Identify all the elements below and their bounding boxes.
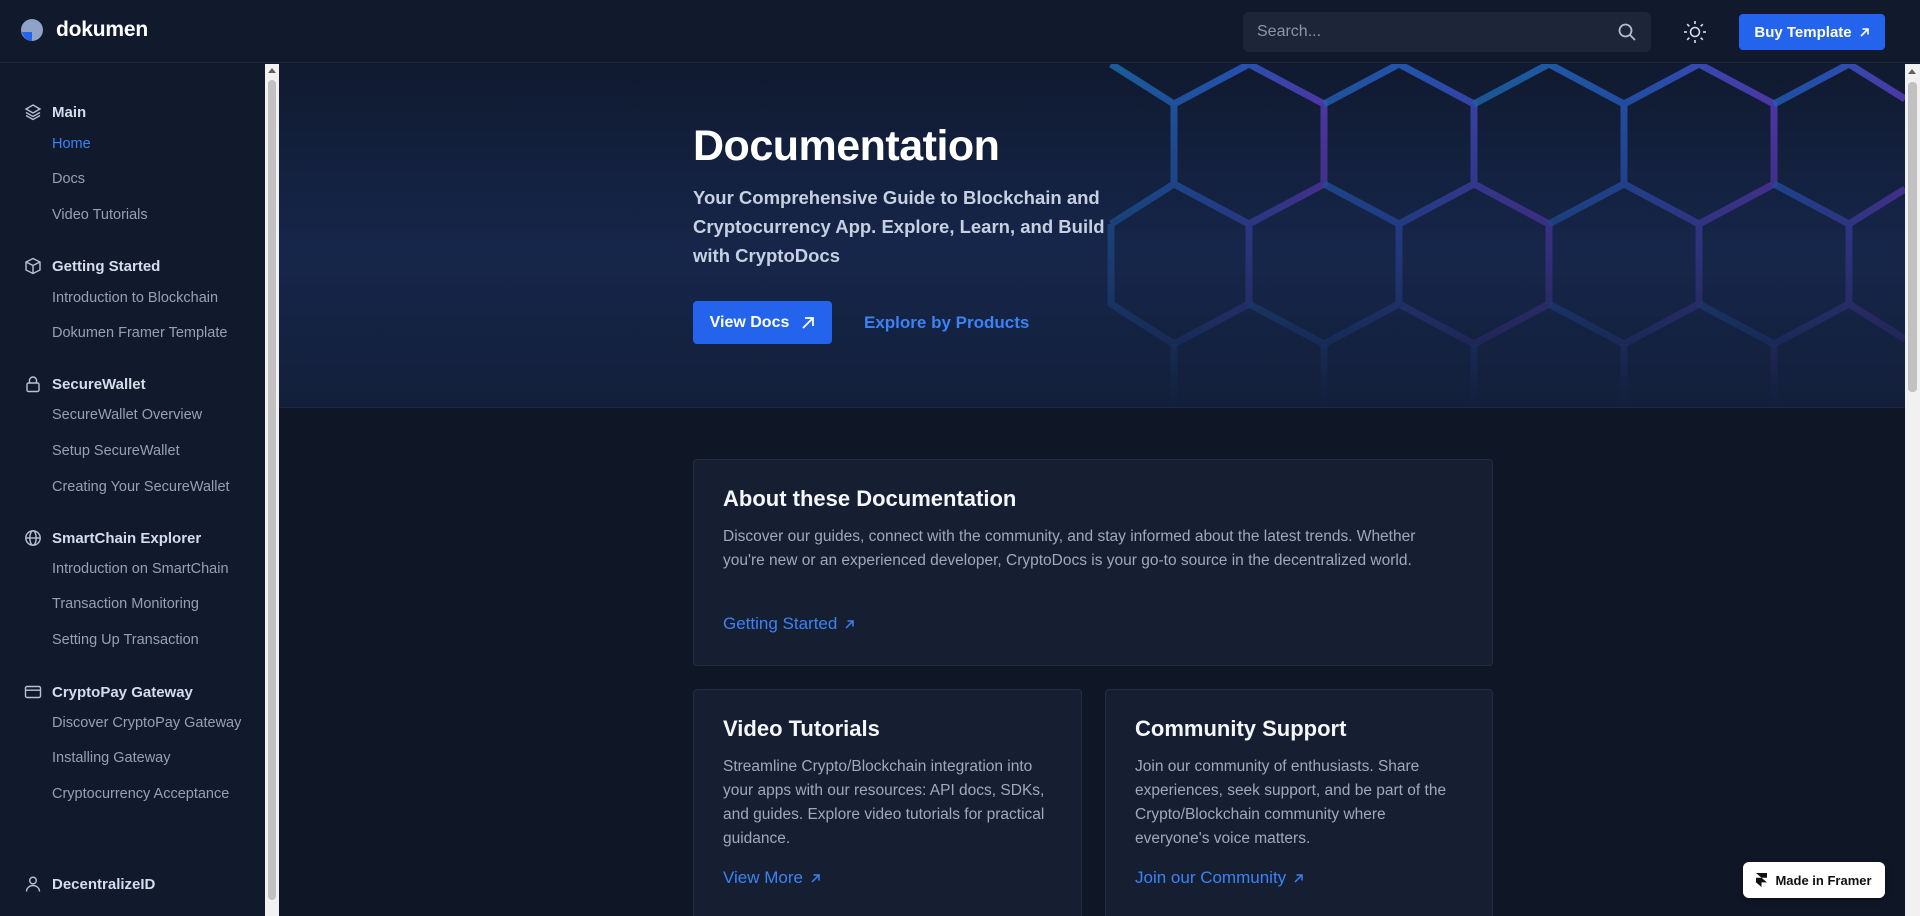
made-in-framer-label: Made in Framer: [1775, 872, 1872, 888]
view-docs-label: View Docs: [709, 313, 790, 331]
sidebar-group-smartchain-explorer: SmartChain Explorer Introduction on Smar…: [0, 526, 265, 650]
brand-name: dokumen: [56, 18, 148, 41]
sidebar-scrollbar[interactable]: [265, 64, 279, 916]
sidebar-item-transaction-monitoring[interactable]: Transaction Monitoring: [0, 595, 265, 614]
hero-section: Documentation Your Comprehensive Guide t…: [279, 64, 1905, 408]
sidebar-item-setup-securewallet[interactable]: Setup SecureWallet: [0, 442, 265, 461]
card-body: Streamline Crypto/Blockchain integration…: [723, 758, 1045, 847]
dokumen-logo-icon: [21, 19, 43, 41]
sidebar-group-title: DecentralizeID: [52, 875, 156, 893]
sidebar-group-decentralizeid: DecentralizeID: [0, 872, 265, 896]
search-input[interactable]: [1257, 23, 1597, 41]
scroll-up-arrow-icon[interactable]: [1908, 69, 1916, 74]
sidebar-group-securewallet: SecureWallet SecureWallet Overview Setup…: [0, 372, 265, 497]
framer-logo-icon: [1756, 873, 1768, 887]
sidebar-item-introduction-on-smartchain[interactable]: Introduction on SmartChain: [0, 560, 265, 579]
about-card: About these Documentation Discover our g…: [693, 459, 1493, 666]
arrow-up-right-icon: [1294, 873, 1303, 883]
sidebar-item-creating-securewallet[interactable]: Creating Your SecureWallet: [0, 478, 265, 497]
view-docs-button[interactable]: View Docs: [693, 301, 832, 344]
sidebar-group-title: SmartChain Explorer: [52, 529, 202, 547]
sidebar-group-getting-started: Getting Started Introduction to Blockcha…: [0, 254, 265, 343]
sun-icon[interactable]: [1682, 19, 1708, 45]
sidebar-group-header[interactable]: DecentralizeID: [0, 872, 265, 896]
scroll-up-arrow-icon[interactable]: [268, 68, 276, 73]
page-scrollbar-thumb[interactable]: [1908, 82, 1917, 392]
sidebar-group-title: Main: [52, 103, 87, 121]
sidebar-item-discover-cryptopay-gateway[interactable]: Discover CryptoPay Gateway: [0, 714, 265, 733]
sidebar-group-main: Main Home Docs Video Tutorials: [0, 100, 265, 225]
arrow-up-right-icon: [811, 873, 820, 883]
hero-subtitle: Your Comprehensive Guide to Blockchain a…: [693, 187, 1105, 266]
arrow-up-right-icon: [1860, 27, 1869, 37]
sidebar-item-video-tutorials[interactable]: Video Tutorials: [0, 206, 265, 225]
view-more-link[interactable]: View More: [723, 868, 821, 888]
sidebar-group-header[interactable]: Main: [0, 100, 265, 124]
sidebar-group-header[interactable]: CryptoPay Gateway: [0, 680, 265, 704]
sidebar-item-setting-up-transaction[interactable]: Setting Up Transaction: [0, 631, 265, 650]
brand[interactable]: dokumen: [20, 18, 148, 42]
getting-started-link[interactable]: Getting Started: [723, 614, 855, 634]
sidebar-group-title: SecureWallet: [52, 375, 146, 393]
card-link-label: Getting Started: [723, 614, 838, 633]
sidebar-item-securewallet-overview[interactable]: SecureWallet Overview: [0, 406, 265, 425]
sidebar: Main Home Docs Video Tutorials Getting S…: [0, 64, 265, 916]
box-icon: [25, 257, 41, 275]
sidebar-group-header[interactable]: Getting Started: [0, 254, 265, 278]
join-community-link[interactable]: Join our Community: [1135, 868, 1304, 888]
user-icon: [25, 876, 41, 892]
card-title: Community Support: [1135, 716, 1347, 741]
layers-icon: [24, 104, 42, 121]
sidebar-group-cryptopay-gateway: CryptoPay Gateway Discover CryptoPay Gat…: [0, 680, 265, 804]
arrow-up-right-icon: [802, 316, 815, 329]
sidebar-group-header[interactable]: SmartChain Explorer: [0, 526, 265, 550]
sidebar-item-docs[interactable]: Docs: [0, 170, 265, 189]
sidebar-item-home[interactable]: Home: [0, 135, 265, 154]
sidebar-item-dokumen-framer-template[interactable]: Dokumen Framer Template: [0, 324, 265, 343]
sidebar-scrollbar-thumb[interactable]: [268, 80, 276, 900]
page-title: Documentation: [693, 122, 1000, 170]
card-title: About these Documentation: [723, 486, 1017, 511]
sidebar-item-introduction-to-blockchain[interactable]: Introduction to Blockchain: [0, 289, 265, 308]
sidebar-group-title: CryptoPay Gateway: [52, 683, 193, 701]
card-title: Video Tutorials: [723, 716, 880, 741]
credit-card-icon: [24, 685, 42, 699]
video-tutorials-card: Video Tutorials Streamline Crypto/Blockc…: [693, 689, 1082, 916]
buy-template-button[interactable]: Buy Template: [1739, 14, 1885, 50]
lock-icon: [26, 376, 40, 393]
card-body: Discover our guides, connect with the co…: [723, 528, 1416, 569]
card-link-label: View More: [723, 868, 803, 887]
globe-icon: [25, 530, 41, 546]
arrow-up-right-icon: [845, 619, 855, 629]
top-bar: dokumen Buy Template: [0, 0, 1920, 63]
sidebar-group-title: Getting Started: [52, 257, 161, 275]
buy-template-label: Buy Template: [1754, 23, 1852, 41]
page-scrollbar[interactable]: [1905, 64, 1920, 916]
card-link-label: Join our Community: [1135, 868, 1287, 887]
search-icon[interactable]: [1617, 22, 1637, 42]
card-body: Join our community of enthusiasts. Share…: [1135, 758, 1447, 847]
sidebar-item-installing-gateway[interactable]: Installing Gateway: [0, 749, 265, 768]
hexagon-pattern-background: [1107, 64, 1905, 407]
made-in-framer-badge[interactable]: Made in Framer: [1743, 862, 1885, 898]
explore-by-products-link[interactable]: Explore by Products: [864, 313, 1029, 333]
sidebar-group-header[interactable]: SecureWallet: [0, 372, 265, 396]
search-box[interactable]: [1243, 12, 1651, 52]
sidebar-item-cryptocurrency-acceptance[interactable]: Cryptocurrency Acceptance: [0, 785, 265, 804]
community-support-card: Community Support Join our community of …: [1105, 689, 1493, 916]
